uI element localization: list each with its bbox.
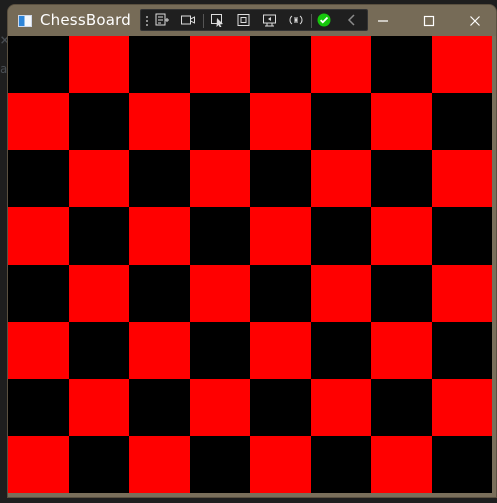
check-status-icon[interactable] xyxy=(315,13,333,27)
chess-square[interactable] xyxy=(432,379,492,437)
chess-square[interactable] xyxy=(311,379,372,437)
chess-square[interactable] xyxy=(8,265,69,323)
chess-square[interactable] xyxy=(190,322,251,380)
hot-reload-icon[interactable] xyxy=(287,13,305,27)
maximize-button[interactable] xyxy=(406,5,452,36)
chess-square[interactable] xyxy=(432,36,492,94)
collapse-icon[interactable] xyxy=(343,13,361,27)
chess-square[interactable] xyxy=(250,265,311,323)
chess-square[interactable] xyxy=(311,36,372,94)
maximize-icon xyxy=(423,15,435,27)
chess-square[interactable] xyxy=(190,93,251,151)
chess-square[interactable] xyxy=(69,322,130,380)
chess-square[interactable] xyxy=(69,265,130,323)
chess-square[interactable] xyxy=(311,150,372,208)
chess-square[interactable] xyxy=(432,322,492,380)
chess-square[interactable] xyxy=(250,207,311,265)
chess-square[interactable] xyxy=(8,436,69,493)
chess-square[interactable] xyxy=(190,207,251,265)
live-visual-tree-icon[interactable] xyxy=(153,13,171,27)
chess-square[interactable] xyxy=(432,265,492,323)
chess-square[interactable] xyxy=(371,150,432,208)
title-bar[interactable]: ChessBoard xyxy=(8,5,496,36)
chess-square[interactable] xyxy=(69,93,130,151)
chess-square[interactable] xyxy=(250,93,311,151)
chess-square[interactable] xyxy=(190,36,251,94)
window-title: ChessBoard xyxy=(40,11,131,29)
toolbar-separator xyxy=(203,14,204,28)
chess-square[interactable] xyxy=(371,265,432,323)
chess-square[interactable] xyxy=(8,322,69,380)
chess-square[interactable] xyxy=(432,207,492,265)
chess-square[interactable] xyxy=(432,436,492,493)
chess-square[interactable] xyxy=(69,36,130,94)
chess-square[interactable] xyxy=(129,265,190,323)
chess-square[interactable] xyxy=(69,436,130,493)
chessboard xyxy=(8,36,492,493)
chess-square[interactable] xyxy=(250,379,311,437)
chess-square[interactable] xyxy=(311,322,372,380)
chess-square[interactable] xyxy=(8,150,69,208)
chess-square[interactable] xyxy=(129,436,190,493)
close-button[interactable] xyxy=(452,5,496,36)
xaml-debug-toolbar xyxy=(140,9,368,31)
chess-square[interactable] xyxy=(250,150,311,208)
chess-square[interactable] xyxy=(432,150,492,208)
chess-square[interactable] xyxy=(129,207,190,265)
track-focused-element-icon[interactable] xyxy=(261,13,279,27)
chess-square[interactable] xyxy=(371,436,432,493)
app-icon xyxy=(18,15,32,27)
chess-square[interactable] xyxy=(129,322,190,380)
chess-square[interactable] xyxy=(311,207,372,265)
chess-square[interactable] xyxy=(371,322,432,380)
chess-square[interactable] xyxy=(371,93,432,151)
toolbar-separator xyxy=(311,14,312,28)
select-element-icon[interactable] xyxy=(209,13,227,27)
chess-square[interactable] xyxy=(250,322,311,380)
chess-square[interactable] xyxy=(311,265,372,323)
chess-square[interactable] xyxy=(190,436,251,493)
chess-square[interactable] xyxy=(69,379,130,437)
display-layout-adorners-icon[interactable] xyxy=(235,13,253,27)
chess-square[interactable] xyxy=(8,207,69,265)
chess-square[interactable] xyxy=(129,379,190,437)
chess-square[interactable] xyxy=(250,36,311,94)
chess-square[interactable] xyxy=(8,93,69,151)
minimize-icon xyxy=(378,20,388,22)
chessboard-window: ChessBoard xyxy=(7,4,497,498)
chess-square[interactable] xyxy=(129,93,190,151)
chess-square[interactable] xyxy=(190,150,251,208)
chess-square[interactable] xyxy=(8,36,69,94)
chess-square[interactable] xyxy=(190,265,251,323)
chess-square[interactable] xyxy=(129,150,190,208)
record-icon[interactable] xyxy=(179,13,197,27)
chess-square[interactable] xyxy=(371,379,432,437)
chess-square[interactable] xyxy=(311,93,372,151)
chess-square[interactable] xyxy=(69,150,130,208)
chess-square[interactable] xyxy=(8,379,69,437)
chess-square[interactable] xyxy=(371,36,432,94)
chess-square[interactable] xyxy=(250,436,311,493)
chess-square[interactable] xyxy=(129,36,190,94)
chess-square[interactable] xyxy=(190,379,251,437)
toolbar-grip[interactable] xyxy=(145,15,149,27)
chess-square[interactable] xyxy=(371,207,432,265)
chess-square[interactable] xyxy=(69,207,130,265)
chess-square[interactable] xyxy=(311,436,372,493)
minimize-button[interactable] xyxy=(360,5,406,36)
close-icon xyxy=(470,16,480,26)
chess-square[interactable] xyxy=(432,93,492,151)
